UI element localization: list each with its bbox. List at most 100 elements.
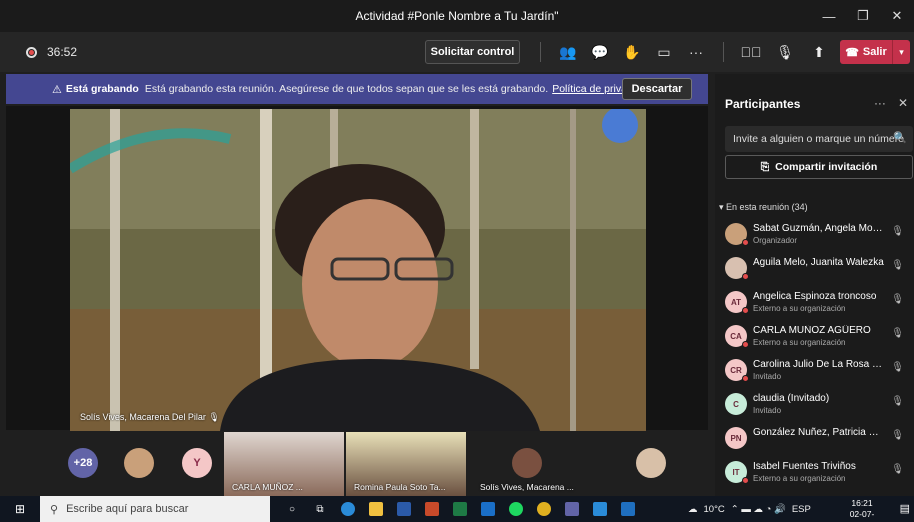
mic-off-icon[interactable]: 🎙: [768, 44, 802, 61]
share-invite-button[interactable]: ⎘ Compartir invitación: [725, 155, 913, 179]
clock[interactable]: 16:21 02-07-2021: [842, 498, 882, 522]
participant-name: Angelica Espinoza troncoso: [753, 291, 877, 302]
participant-row[interactable]: Aguila Melo, Juanita Walezka 🎙: [715, 252, 914, 286]
invite-input[interactable]: Invite a alguien o marque un número 🔍: [725, 126, 913, 152]
taskbar-apps: ○ ⧉: [278, 496, 642, 522]
avatar[interactable]: [124, 448, 154, 478]
status-dot: [742, 307, 749, 314]
meeting-actions: 👥 💬 ✋ ▭ ···: [552, 32, 712, 72]
participant-name: claudia (Invitado): [753, 393, 830, 404]
participant-name: González Nuñez, Patricia Paola: [753, 427, 885, 438]
search-icon: 🔍: [893, 132, 907, 144]
participant-row[interactable]: IT Isabel Fuentes Triviños Externo a su or…: [715, 456, 914, 490]
rooms-icon[interactable]: ▭: [648, 44, 680, 61]
participant-row[interactable]: CA CARLA MUÑOZ AGÜERO Externo a su organiz…: [715, 320, 914, 354]
task-view-icon[interactable]: ⧉: [306, 496, 334, 522]
video-thumbnail[interactable]: Solís Vives, Macarena ...: [472, 432, 592, 496]
avatar[interactable]: [636, 448, 666, 478]
chat-icon[interactable]: 💬: [584, 44, 616, 61]
close-icon[interactable]: ✕: [880, 8, 914, 24]
participant-role: Organizador: [753, 236, 798, 245]
participant-role: Externo a su organización: [753, 474, 846, 483]
toolbar-divider: [540, 42, 541, 62]
language-indicator[interactable]: ESP: [792, 504, 811, 515]
app-icon[interactable]: [586, 496, 614, 522]
weather-temp[interactable]: 10°C: [704, 504, 725, 515]
video-background: [70, 109, 646, 431]
clock-date: 02-07-2021: [849, 509, 875, 522]
share-label: Compartir invitación: [775, 161, 878, 173]
powerpoint-icon[interactable]: [418, 496, 446, 522]
more-options-icon[interactable]: ···: [874, 96, 886, 110]
leave-dropdown-icon[interactable]: ▾: [892, 40, 910, 64]
outlook-icon[interactable]: [474, 496, 502, 522]
mic-off-icon: 🎙: [891, 396, 904, 407]
thumbnail-name: Romina Paula Soto Ta...: [354, 482, 446, 492]
device-controls: ▶⃠ 🎙 ⬆: [734, 32, 836, 72]
minimize-icon[interactable]: —: [812, 9, 846, 24]
reactions-icon[interactable]: ✋: [616, 44, 648, 61]
status-dot: [742, 273, 749, 280]
mic-off-icon: 🎙: [891, 260, 904, 271]
teams-icon[interactable]: [558, 496, 586, 522]
window-title: Actividad #Ponle Nombre a Tu Jardín": [355, 9, 559, 23]
taskbar-search-placeholder: Escribe aquí para buscar: [66, 503, 189, 515]
windows-start-icon[interactable]: ⊞: [0, 502, 40, 516]
meeting-toolbar: 36:52 Solicitar control 👥 💬 ✋ ▭ ··· ▶⃠ 🎙…: [0, 32, 914, 72]
mic-off-icon: 🎙: [891, 464, 904, 475]
leave-button[interactable]: ☎ Salir: [840, 40, 892, 64]
participant-role: Invitado: [753, 372, 782, 381]
chrome-icon[interactable]: [530, 496, 558, 522]
participant-role: Externo a su organización: [753, 338, 846, 347]
participant-name: Carolina Julio De La Rosa (Invi...: [753, 359, 885, 370]
excel-icon[interactable]: [446, 496, 474, 522]
thumbnail-name: CARLA MUÑOZ ...: [232, 482, 303, 492]
recording-banner: ⚠ Está grabando Está grabando esta reuni…: [6, 74, 708, 104]
participant-row[interactable]: CR Carolina Julio De La Rosa (Invi... Invi…: [715, 354, 914, 388]
overflow-count[interactable]: +28: [68, 448, 98, 478]
participant-avatar: PN: [725, 427, 747, 449]
participant-role: Invitado: [753, 406, 782, 415]
taskbar: ⊞ ⚲ Escribe aquí para buscar ○ ⧉ ☁ 10°C …: [0, 496, 914, 522]
warning-icon: ⚠: [52, 83, 62, 96]
cortana-icon[interactable]: ○: [278, 496, 306, 522]
main-video[interactable]: Solís Vives, Macarena Del Pilar 🎙: [70, 109, 646, 431]
mic-off-icon: 🎙: [891, 430, 904, 441]
meeting-timer: 36:52: [47, 45, 78, 59]
close-panel-icon[interactable]: ✕: [898, 96, 908, 110]
discard-button[interactable]: Descartar: [622, 78, 692, 100]
more-actions-icon[interactable]: ···: [680, 44, 712, 60]
panel-tools: ··· ✕: [874, 96, 908, 110]
participant-row[interactable]: AT Angelica Espinoza troncoso Externo a su…: [715, 286, 914, 320]
participant-row[interactable]: PN González Nuñez, Patricia Paola 🎙: [715, 422, 914, 456]
weather-icon[interactable]: ☁: [688, 504, 698, 515]
app-icon[interactable]: [614, 496, 642, 522]
participant-thumbnails: +28 Y CARLA MUÑOZ ... Romina Paula Soto …: [6, 432, 708, 496]
request-control-button[interactable]: Solicitar control: [425, 40, 520, 64]
file-explorer-icon[interactable]: [362, 496, 390, 522]
camera-off-icon[interactable]: ▶⃠: [734, 44, 768, 60]
participant-name: Isabel Fuentes Triviños: [753, 461, 856, 472]
video-thumbnail[interactable]: Romina Paula Soto Ta...: [346, 432, 466, 496]
status-dot: [742, 477, 749, 484]
section-header[interactable]: ▾ En esta reunión (34): [719, 202, 808, 213]
thumbnail-name: Solís Vives, Macarena ...: [480, 482, 574, 492]
status-dot: [742, 239, 749, 246]
participant-name: Sabat Guzmán, Angela Morella: [753, 223, 885, 234]
participants-panel: Participantes ··· ✕ Invite a alguien o m…: [715, 74, 914, 496]
avatar-initial[interactable]: Y: [182, 448, 212, 478]
taskbar-search[interactable]: ⚲ Escribe aquí para buscar: [40, 496, 270, 522]
maximize-icon[interactable]: ❐: [846, 8, 880, 24]
spotify-icon[interactable]: [502, 496, 530, 522]
participants-icon[interactable]: 👥: [552, 44, 584, 61]
recording-message: Está grabando esta reunión. Asegúrese de…: [144, 83, 549, 95]
video-thumbnail[interactable]: CARLA MUÑOZ ...: [224, 432, 344, 496]
tray-icons[interactable]: ⌃ ▬ ☁ ◔ 🔊: [731, 504, 786, 515]
participant-row[interactable]: Sabat Guzmán, Angela Morella Organizador 🎙: [715, 218, 914, 252]
word-icon[interactable]: [390, 496, 418, 522]
notification-icon[interactable]: ▤: [900, 502, 910, 515]
edge-icon[interactable]: [334, 496, 362, 522]
video-stage: Solís Vives, Macarena Del Pilar 🎙: [6, 106, 708, 431]
share-screen-icon[interactable]: ⬆: [802, 44, 836, 61]
participant-row[interactable]: Cclaudia (Invitado) Invitado 🎙: [715, 388, 914, 422]
